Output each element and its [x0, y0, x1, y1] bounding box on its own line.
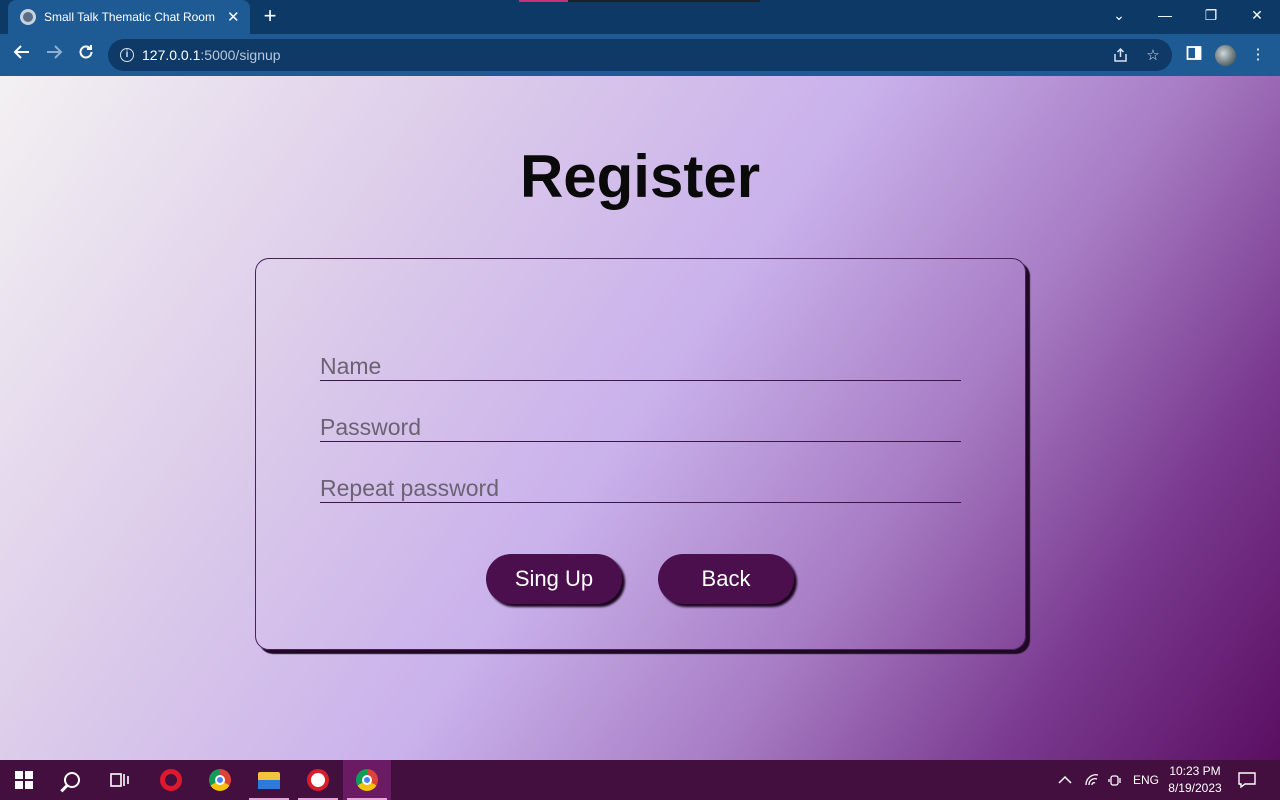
page-title: Register	[519, 143, 761, 210]
taskbar-chrome-profile[interactable]	[343, 760, 391, 800]
profile-avatar[interactable]	[1215, 45, 1236, 66]
password-field-wrapper	[320, 410, 961, 442]
speaker-icon	[1108, 775, 1121, 786]
repeat-password-field-wrapper	[320, 471, 961, 503]
new-tab-button[interactable]: +	[259, 5, 281, 27]
reload-icon[interactable]	[74, 43, 98, 67]
name-input[interactable]	[320, 349, 961, 380]
bookmark-star-icon[interactable]: ☆	[1144, 47, 1162, 65]
task-view-button[interactable]	[96, 760, 144, 800]
browser-toolbar: i 127.0.0.1:5000/signup ☆ ⋮	[0, 34, 1280, 76]
tab-group-accent	[568, 0, 760, 2]
wifi-icon	[1085, 774, 1099, 786]
signup-button[interactable]: Sing Up	[486, 554, 622, 604]
site-info-icon[interactable]: i	[120, 48, 134, 62]
address-bar[interactable]: i 127.0.0.1:5000/signup ☆	[108, 39, 1172, 71]
folder-icon	[258, 771, 280, 789]
register-form: Sing Up Back	[255, 258, 1026, 650]
search-icon	[64, 772, 80, 788]
taskbar-chrome[interactable]	[196, 760, 244, 800]
clock-date: 8/19/2023	[1168, 781, 1222, 795]
tab-strip: Small Talk Thematic Chat Room ✕ + ⌄ — ❐ …	[0, 0, 1280, 34]
taskbar-file-explorer[interactable]	[245, 760, 293, 800]
restore-button[interactable]: ❐	[1196, 4, 1226, 26]
taskbar-opera[interactable]	[147, 760, 195, 800]
close-window-button[interactable]: ✕	[1242, 4, 1272, 26]
windows-logo-icon	[15, 771, 33, 789]
share-icon[interactable]	[1112, 47, 1130, 65]
opera-icon	[160, 769, 182, 791]
clock-time: 10:23 PM	[1169, 764, 1221, 778]
back-button[interactable]: Back	[658, 554, 794, 604]
back-arrow-icon[interactable]	[10, 43, 34, 67]
tab-group-accent	[519, 0, 568, 2]
notifications-button[interactable]	[1238, 760, 1256, 800]
signup-page: Register Sing Up Back	[0, 76, 1280, 760]
more-menu-icon[interactable]: ⋮	[1248, 45, 1268, 65]
close-tab-icon[interactable]: ✕	[227, 10, 240, 25]
volume-tray[interactable]	[1108, 760, 1122, 800]
taskbar-red-app[interactable]	[294, 760, 342, 800]
repeat-password-input[interactable]	[320, 471, 961, 502]
network-tray[interactable]	[1084, 760, 1100, 800]
show-hidden-icons[interactable]	[1058, 760, 1072, 800]
chevron-up-icon	[1058, 775, 1072, 784]
start-button[interactable]	[0, 760, 48, 800]
name-field-wrapper	[320, 349, 961, 381]
taskbar: ENG 10:23 PM 8/19/2023	[0, 760, 1280, 800]
language-indicator[interactable]: ENG	[1133, 760, 1159, 800]
app-icon	[307, 769, 329, 791]
chrome-icon	[209, 769, 231, 791]
globe-icon	[20, 9, 36, 25]
search-button[interactable]	[48, 760, 96, 800]
forward-arrow-icon[interactable]	[42, 43, 66, 67]
minimize-button[interactable]: —	[1150, 4, 1180, 26]
chrome-icon	[356, 769, 378, 791]
browser-tab-active[interactable]: Small Talk Thematic Chat Room ✕	[8, 0, 250, 34]
tab-search-button[interactable]: ⌄	[1104, 4, 1134, 26]
task-view-icon	[110, 773, 129, 787]
side-panel-icon[interactable]	[1184, 45, 1204, 65]
notification-icon	[1238, 772, 1256, 788]
tab-title: Small Talk Thematic Chat Room	[44, 10, 215, 24]
url-text: 127.0.0.1:5000/signup	[142, 47, 281, 63]
system-clock[interactable]: 10:23 PM 8/19/2023	[1160, 763, 1230, 797]
password-input[interactable]	[320, 410, 961, 441]
